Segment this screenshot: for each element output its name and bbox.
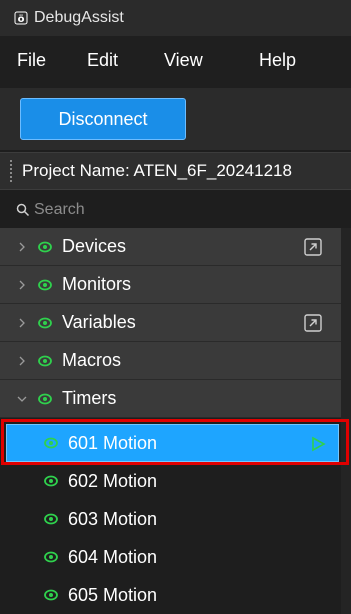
- popout-icon[interactable]: [303, 313, 323, 333]
- title-bar: ö DebugAssist: [0, 0, 351, 36]
- disconnect-button[interactable]: Disconnect: [20, 98, 186, 140]
- chevron-right-icon[interactable]: [16, 355, 28, 367]
- timer-item-604-motion[interactable]: 604 Motion: [0, 538, 341, 576]
- timer-item-label: 605 Motion: [68, 584, 158, 605]
- app-logo-icon: ö: [14, 11, 28, 25]
- tree-group-timers[interactable]: Timers: [0, 380, 341, 418]
- tree-group-label: Timers: [62, 388, 117, 408]
- eye-icon[interactable]: [38, 392, 52, 406]
- tree-group-label: Monitors: [62, 274, 132, 294]
- window-title: DebugAssist: [34, 9, 124, 26]
- chevron-right-icon[interactable]: [16, 241, 28, 253]
- tree-view: Devices Monitors Variables Macros Timers: [0, 228, 351, 614]
- tree-group-devices[interactable]: Devices: [0, 228, 341, 266]
- eye-icon[interactable]: [38, 278, 52, 292]
- timer-item-605-motion[interactable]: 605 Motion: [0, 576, 341, 614]
- timer-item-label: 603 Motion: [68, 508, 158, 529]
- project-name-bar: Project Name: ATEN_6F_20241218: [0, 152, 351, 190]
- chevron-right-icon[interactable]: [16, 279, 28, 291]
- tree-group-monitors[interactable]: Monitors: [0, 266, 341, 304]
- timer-item-602-motion[interactable]: 602 Motion: [0, 462, 341, 500]
- eye-icon[interactable]: [44, 550, 58, 564]
- search-box[interactable]: Search: [0, 192, 351, 228]
- debugassist-window: ö DebugAssist File Edit View Help Discon…: [0, 0, 351, 614]
- search-icon: [16, 203, 30, 217]
- chevron-right-icon[interactable]: [16, 317, 28, 329]
- popout-icon[interactable]: [303, 237, 323, 257]
- menu-file[interactable]: File: [17, 50, 46, 71]
- tree-group-label: Variables: [62, 312, 136, 332]
- tree-group-label: Devices: [62, 236, 127, 256]
- eye-icon[interactable]: [44, 588, 58, 602]
- timer-item-label: 601 Motion: [68, 432, 158, 453]
- menu-bar: File Edit View Help: [0, 36, 351, 88]
- drag-handle-icon[interactable]: [10, 160, 16, 182]
- eye-icon[interactable]: [44, 474, 58, 488]
- tree-group-label: Macros: [62, 350, 122, 370]
- scrollbar-track[interactable]: [341, 228, 351, 614]
- eye-icon[interactable]: [38, 240, 52, 254]
- menu-edit[interactable]: Edit: [87, 50, 118, 71]
- project-name-label: Project Name: ATEN_6F_20241218: [22, 161, 292, 180]
- timer-item-label: 604 Motion: [68, 546, 158, 567]
- timer-item-601-motion[interactable]: 601 Motion: [6, 424, 339, 462]
- menu-view[interactable]: View: [164, 50, 203, 71]
- eye-icon[interactable]: [44, 512, 58, 526]
- chevron-down-icon[interactable]: [16, 393, 28, 405]
- eye-icon[interactable]: [44, 436, 58, 450]
- play-icon[interactable]: [310, 436, 326, 452]
- eye-icon[interactable]: [38, 354, 52, 368]
- eye-icon[interactable]: [38, 316, 52, 330]
- menu-help[interactable]: Help: [259, 50, 296, 71]
- timer-item-603-motion[interactable]: 603 Motion: [0, 500, 341, 538]
- svg-text:ö: ö: [18, 14, 25, 25]
- search-placeholder: Search: [34, 201, 85, 218]
- toolbar: Disconnect: [0, 88, 351, 150]
- tree-group-variables[interactable]: Variables: [0, 304, 341, 342]
- tree-group-macros[interactable]: Macros: [0, 342, 341, 380]
- timer-item-label: 602 Motion: [68, 470, 158, 491]
